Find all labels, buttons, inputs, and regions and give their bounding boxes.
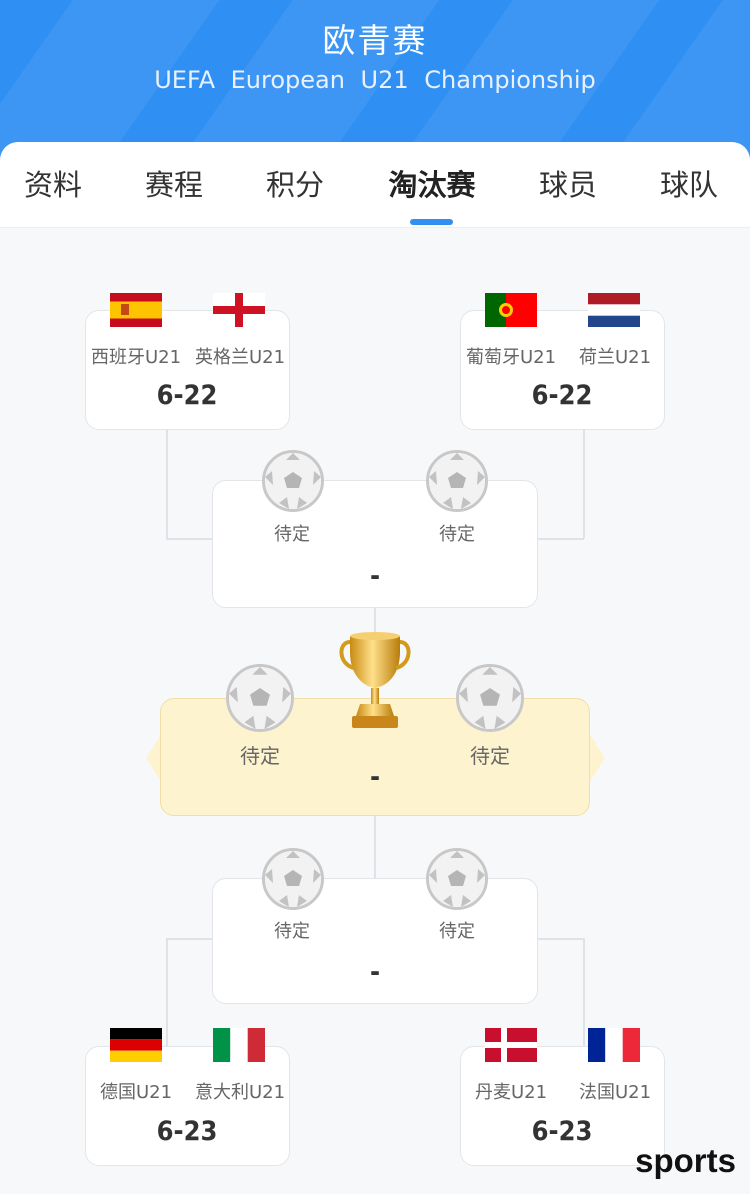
final-card-edge [589,733,605,783]
team-name: 待定 [274,524,310,545]
match-date: 6-23 [156,1116,218,1147]
tab-players[interactable]: 球员 [508,162,628,204]
match-card-portugal-netherlands[interactable] [460,310,665,430]
match-score: - [369,762,381,793]
team-name: 法国U21 [578,1082,652,1103]
germany-flag [110,1028,162,1062]
soccer-ball-icon [262,848,324,910]
netherlands-flag [588,293,640,327]
match-card-germany-italy[interactable] [85,1046,290,1166]
match-date: 6-22 [156,380,218,411]
knockout-bracket: 西班牙U21 英格兰U21 6-22 葡萄牙U21 荷兰U21 6-22 待定 … [0,228,750,1194]
tab-knockout[interactable]: 淘汰赛 [372,162,492,204]
tab-bar: 资料 赛程 积分 淘汰赛 球员 球队 [0,142,750,228]
match-card-spain-england[interactable] [85,310,290,430]
trophy-icon [336,630,414,738]
team-name: 英格兰U21 [194,347,286,368]
match-date: 6-22 [531,380,593,411]
page-subtitle: UEFA European U21 Championship [154,66,596,94]
watermark: sports [635,1142,736,1179]
soccer-ball-icon [456,664,524,732]
active-tab-indicator [410,219,453,225]
soccer-ball-icon [426,848,488,910]
header-banner: 欧青赛 UEFA European U21 Championship [0,0,750,160]
portugal-flag [485,293,537,327]
spain-flag [110,293,162,327]
match-score: - [369,561,381,592]
page-title: 欧青赛 [322,21,428,60]
england-flag [213,293,265,327]
soccer-ball-icon [426,450,488,512]
team-name: 荷兰U21 [578,347,652,368]
tab-schedule[interactable]: 赛程 [114,162,234,204]
team-name: 西班牙U21 [90,347,182,368]
denmark-flag [485,1028,537,1062]
team-name: 德国U21 [99,1082,173,1103]
tab-teams[interactable]: 球队 [629,162,749,204]
match-date: 6-23 [531,1116,593,1147]
team-name: 待定 [274,921,310,942]
france-flag [588,1028,640,1062]
match-score: - [369,957,381,988]
team-name: 待定 [439,524,475,545]
team-name: 意大利U21 [194,1082,286,1103]
tab-info[interactable]: 资料 [0,162,113,204]
tab-standings[interactable]: 积分 [235,162,355,204]
team-name: 丹麦U21 [474,1082,548,1103]
soccer-ball-icon [226,664,294,732]
team-name: 葡萄牙U21 [465,347,557,368]
soccer-ball-icon [262,450,324,512]
team-name: 待定 [439,921,475,942]
italy-flag [213,1028,265,1062]
